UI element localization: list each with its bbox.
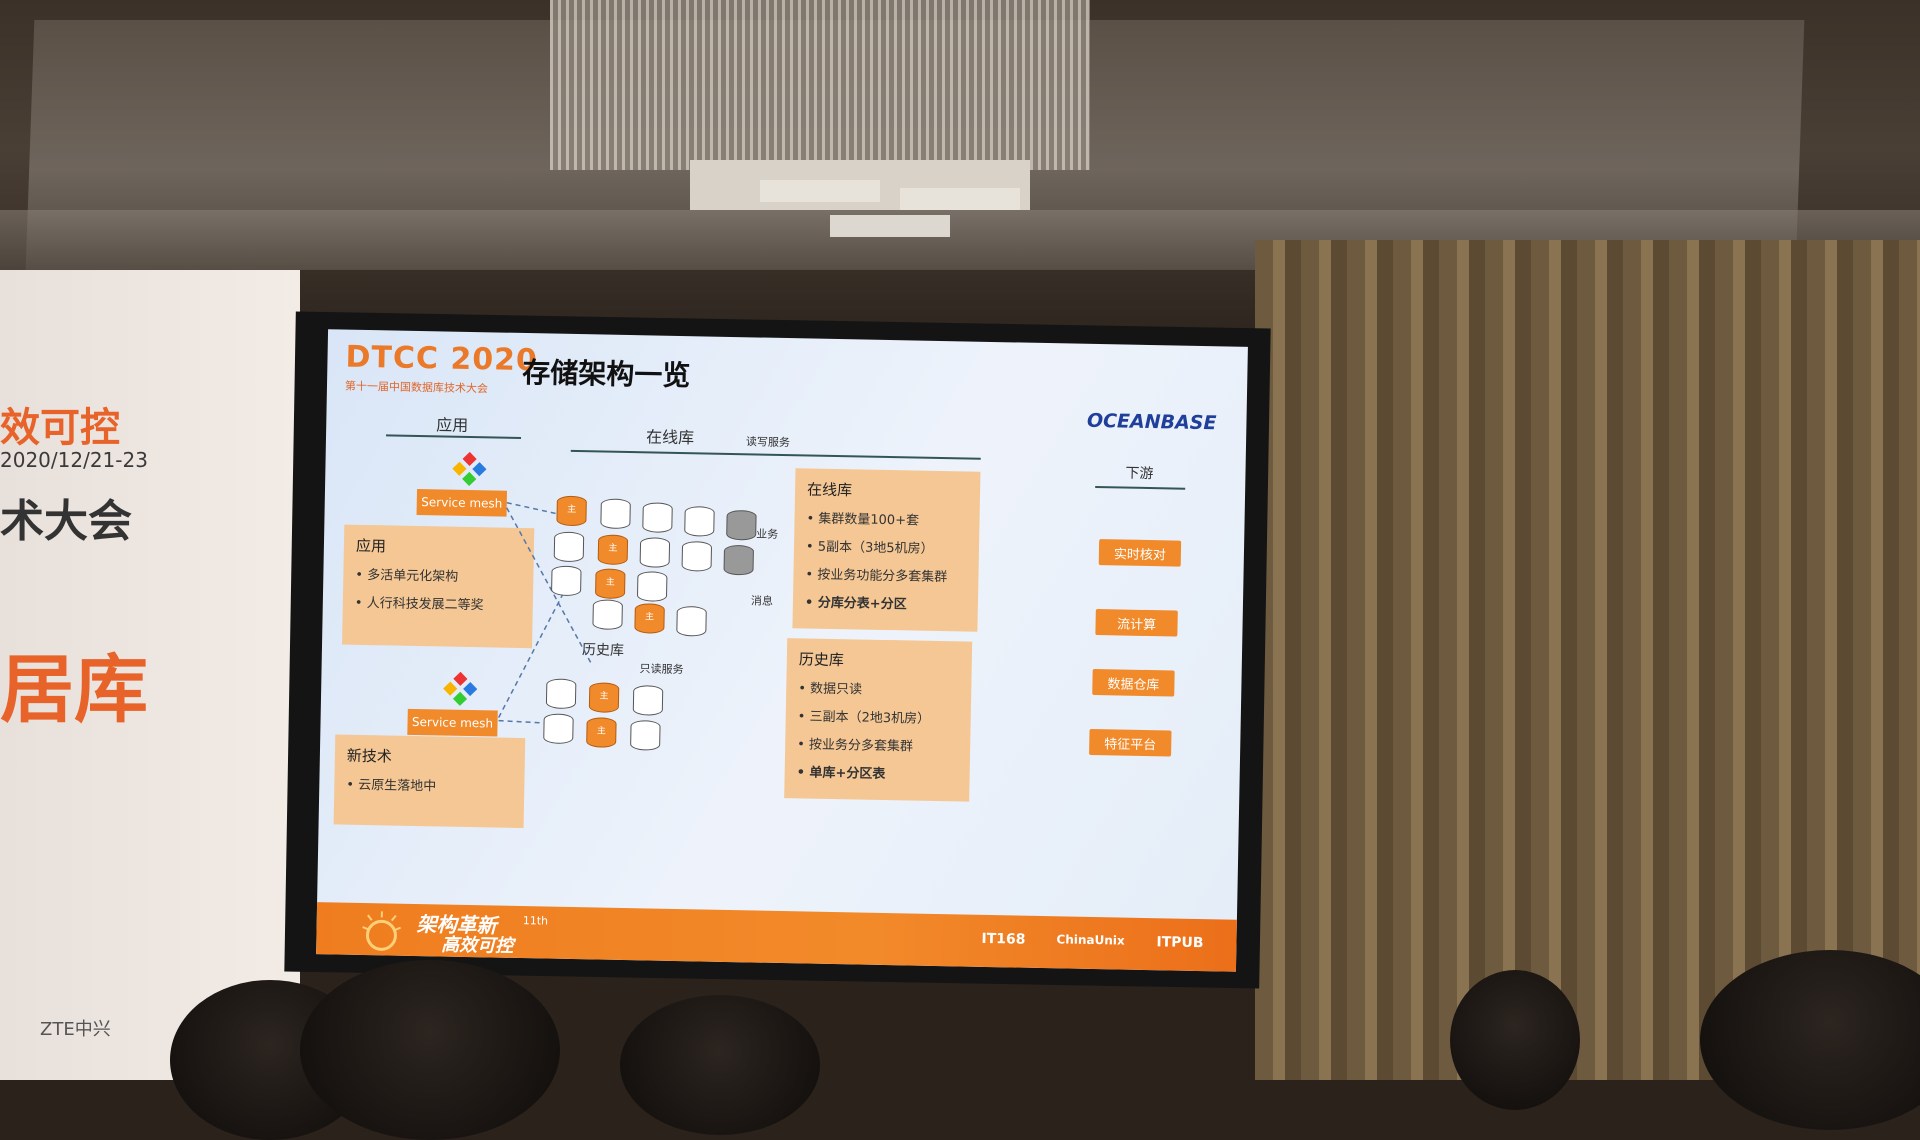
db-replica-node [637,571,668,602]
online-db-item: 集群数量100+套 [806,505,968,536]
online-db-panel-title: 在线库 [807,478,968,502]
banner-slogan: 效可控 [0,395,120,453]
db-replica-node [640,537,671,568]
db-replica-node [684,506,715,537]
online-db-item: 5副本（3地5机房） [806,533,968,564]
message-label: 消息 [751,592,773,608]
online-db-item: 按业务功能分多套集群 [805,561,967,592]
db-primary-node: 主 [595,568,626,599]
history-db-item: 数据只读 [798,675,960,706]
history-db-item: 三副本（2地3机房） [797,703,959,734]
online-db-item: 分库分表+分区 [805,589,967,620]
db-replica-node [682,541,713,572]
db-replica-node [600,498,631,529]
db-replica-node [723,545,754,576]
history-db-panel-title: 历史库 [799,648,960,672]
chinaunix-logo: ChinaUnix [1056,932,1125,947]
ceiling-light [760,180,880,202]
db-primary-node: 主 [589,682,620,713]
db-replica-node [726,510,757,541]
history-db-item: 单库+分区表 [796,759,958,790]
db-replica-node [554,532,585,563]
history-db-sub: 只读服务 [639,660,683,677]
downstream-stream-compute: 流计算 [1095,609,1177,637]
db-replica-node [630,720,661,751]
db-replica-node [551,566,582,597]
footer-slogan-2: 高效可控 [441,931,513,958]
db-primary-node: 主 [556,496,587,527]
banner-database: 居库 [0,630,148,737]
db-primary-node: 主 [598,534,629,565]
downstream-realtime-check: 实时核对 [1099,539,1181,567]
history-db-item: 按业务分多套集群 [797,731,959,762]
db-primary-node: 主 [586,717,617,748]
db-replica-node [546,678,577,709]
connector-lines [316,329,1248,972]
banner-sponsor: ZTE中兴 [40,1015,111,1041]
chandelier [550,0,1090,170]
db-replica-node [676,606,707,637]
db-primary-node: 主 [634,603,665,634]
itpub-logo: ITPUB [1156,934,1203,951]
audience-head [1450,970,1580,1110]
online-db-panel: 在线库 集群数量100+套 5副本（3地5机房） 按业务功能分多套集群 分库分表… [792,468,980,632]
db-replica-node [592,599,623,630]
banner-date: 2020/12/21-23 [0,448,148,472]
audience-head [300,960,560,1140]
history-db-panel: 历史库 数据只读 三副本（2地3机房） 按业务分多套集群 单库+分区表 [784,638,972,802]
audience-head [620,995,820,1135]
it168-logo: IT168 [981,931,1025,948]
footer-edition: 11th [523,914,549,927]
db-replica-node [633,685,664,716]
business-label: 业务 [756,525,778,541]
ceiling-light [830,215,950,237]
banner-conference: 术大会 [0,485,132,549]
history-db-label: 历史库 [582,639,624,660]
db-replica-node [642,502,673,533]
downstream-data-warehouse: 数据仓库 [1092,669,1174,697]
db-replica-node [543,713,574,744]
ceiling-light [900,188,1020,210]
downstream-feature-platform: 特征平台 [1089,729,1171,757]
presentation-slide: DTCC 2020 第十一届中国数据库技术大会 存储架构一览 OCEANBASE… [316,329,1248,972]
sun-logo-icon [356,907,407,954]
